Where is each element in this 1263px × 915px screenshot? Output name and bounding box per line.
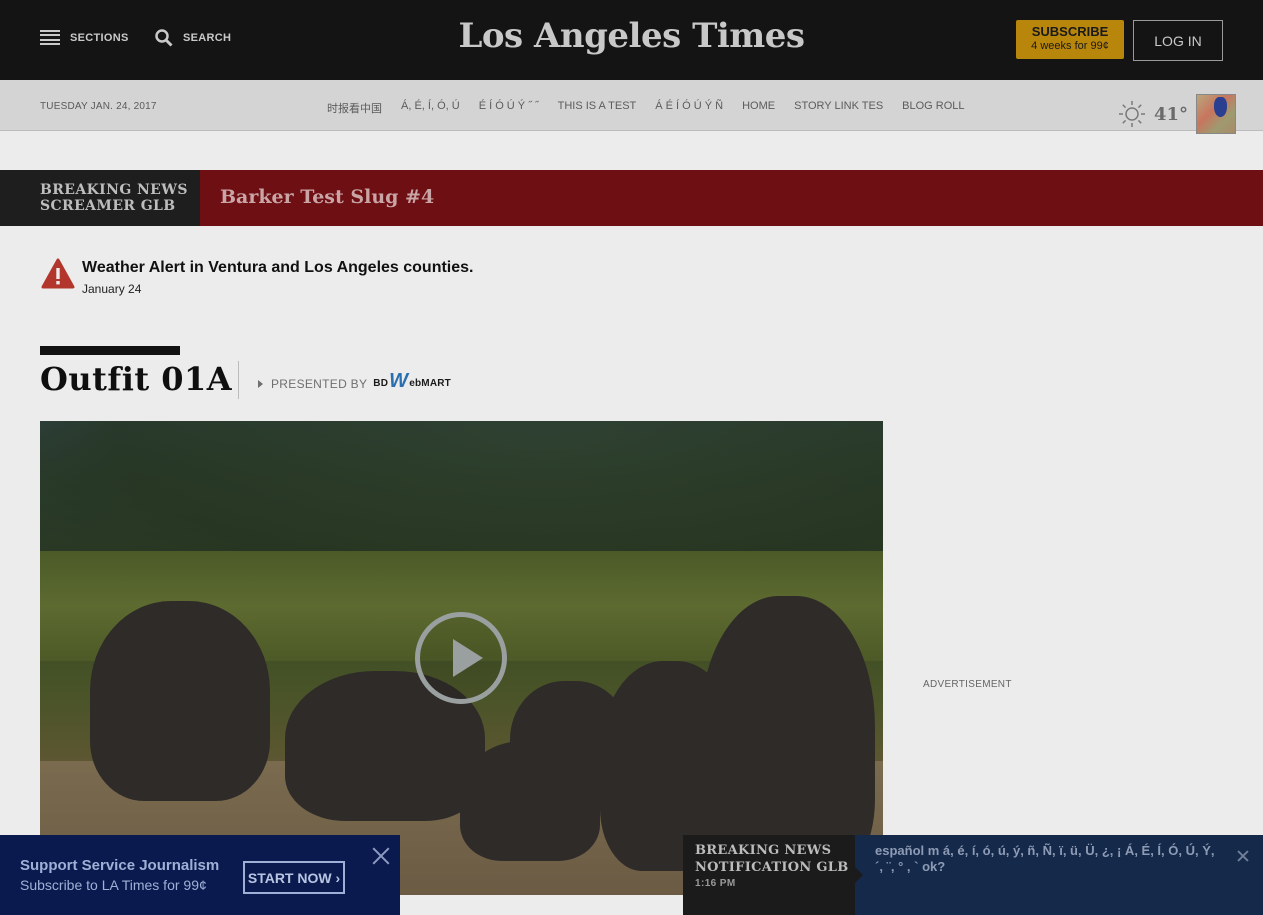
- subscribe-button[interactable]: SUBSCRIBE 4 weeks for 99¢: [1016, 20, 1124, 59]
- nav-link-blog-roll[interactable]: BLOG ROLL: [902, 100, 964, 116]
- promo-subtitle: Subscribe to LA Times for 99¢: [20, 877, 207, 893]
- notification-time: 1:16 PM: [695, 878, 736, 889]
- alert-date: January 24: [82, 282, 142, 296]
- screamer-label: BREAKING NEWS SCREAMER GLB: [0, 170, 200, 226]
- nav-link[interactable]: THIS IS A TEST: [558, 100, 637, 116]
- notification-label: BREAKING NEWS NOTIFICATION GLB: [695, 843, 849, 875]
- search-icon: [155, 29, 173, 47]
- sponsor-logo[interactable]: BD WebMART: [373, 370, 451, 393]
- temperature: 41°: [1154, 103, 1189, 125]
- sponsor-block[interactable]: PRESENTED BY BD WebMART: [258, 370, 451, 393]
- close-icon[interactable]: [370, 845, 392, 867]
- breaking-news-notification[interactable]: BREAKING NEWS NOTIFICATION GLB 1:16 PM e…: [683, 835, 1263, 915]
- subscribe-label: SUBSCRIBE: [1031, 24, 1109, 39]
- nav-link-home[interactable]: HOME: [742, 100, 775, 116]
- notification-label-block: BREAKING NEWS NOTIFICATION GLB 1:16 PM: [683, 835, 863, 915]
- close-icon[interactable]: [1236, 849, 1250, 863]
- section-title[interactable]: Outfit 01A: [40, 360, 232, 398]
- subscribe-offer: 4 weeks for 99¢: [1031, 40, 1109, 52]
- screamer-headline[interactable]: Barker Test Slug #4: [220, 186, 434, 208]
- advertisement-label: ADVERTISEMENT: [923, 679, 1012, 690]
- section-rule: [40, 346, 180, 355]
- login-button[interactable]: LOG IN: [1133, 20, 1223, 61]
- weather-widget[interactable]: 41°: [1118, 94, 1237, 134]
- warning-icon: [41, 258, 75, 289]
- search-label: SEARCH: [183, 32, 232, 44]
- promo-title: Support Service Journalism: [20, 857, 220, 874]
- presented-by-label: PRESENTED BY: [271, 376, 368, 391]
- search-button[interactable]: SEARCH: [155, 29, 231, 47]
- secondary-nav: TUESDAY JAN. 24, 2017 时报看中国 Á, É, Í, Ó, …: [0, 80, 1263, 134]
- nav-link[interactable]: Á, É, Í, Ó, Ú: [401, 100, 460, 116]
- play-icon[interactable]: [415, 612, 507, 704]
- nav-link[interactable]: É Í Ó Ú Ý ˝ ˝: [479, 100, 539, 116]
- weather-radar-thumbnail[interactable]: [1196, 94, 1237, 134]
- page: SECTIONS SEARCH Los Angeles Times SUBSCR…: [0, 0, 1263, 915]
- site-logo[interactable]: Los Angeles Times: [440, 16, 823, 56]
- nav-link[interactable]: 时报看中国: [327, 100, 382, 116]
- current-date: TUESDAY JAN. 24, 2017: [40, 101, 157, 112]
- alert-title[interactable]: Weather Alert in Ventura and Los Angeles…: [82, 259, 474, 277]
- triangle-icon: [258, 379, 263, 388]
- start-now-button[interactable]: START NOW ›: [243, 861, 345, 894]
- divider: [238, 361, 239, 399]
- video-player[interactable]: [40, 421, 883, 895]
- sections-label: SECTIONS: [70, 31, 129, 44]
- sections-menu-button[interactable]: SECTIONS: [40, 30, 129, 45]
- top-header: SECTIONS SEARCH Los Angeles Times SUBSCR…: [0, 0, 1263, 80]
- notification-text[interactable]: español m á, é, í, ó, ú, ý, ñ, Ñ, ï, ü, …: [875, 843, 1215, 875]
- nav-link[interactable]: STORY LINK TES: [794, 100, 883, 116]
- subscription-promo: Support Service Journalism Subscribe to …: [0, 835, 400, 915]
- hamburger-icon: [40, 30, 60, 45]
- elephant-shape: [90, 601, 270, 801]
- nav-links: 时报看中国 Á, É, Í, Ó, Ú É Í Ó Ú Ý ˝ ˝ THIS I…: [327, 100, 965, 116]
- breaking-news-screamer[interactable]: BREAKING NEWS SCREAMER GLB Barker Test S…: [0, 170, 1263, 226]
- sun-icon: [1119, 101, 1145, 127]
- nav-link[interactable]: Á É Í Ó Ú Ý Ñ: [655, 100, 723, 116]
